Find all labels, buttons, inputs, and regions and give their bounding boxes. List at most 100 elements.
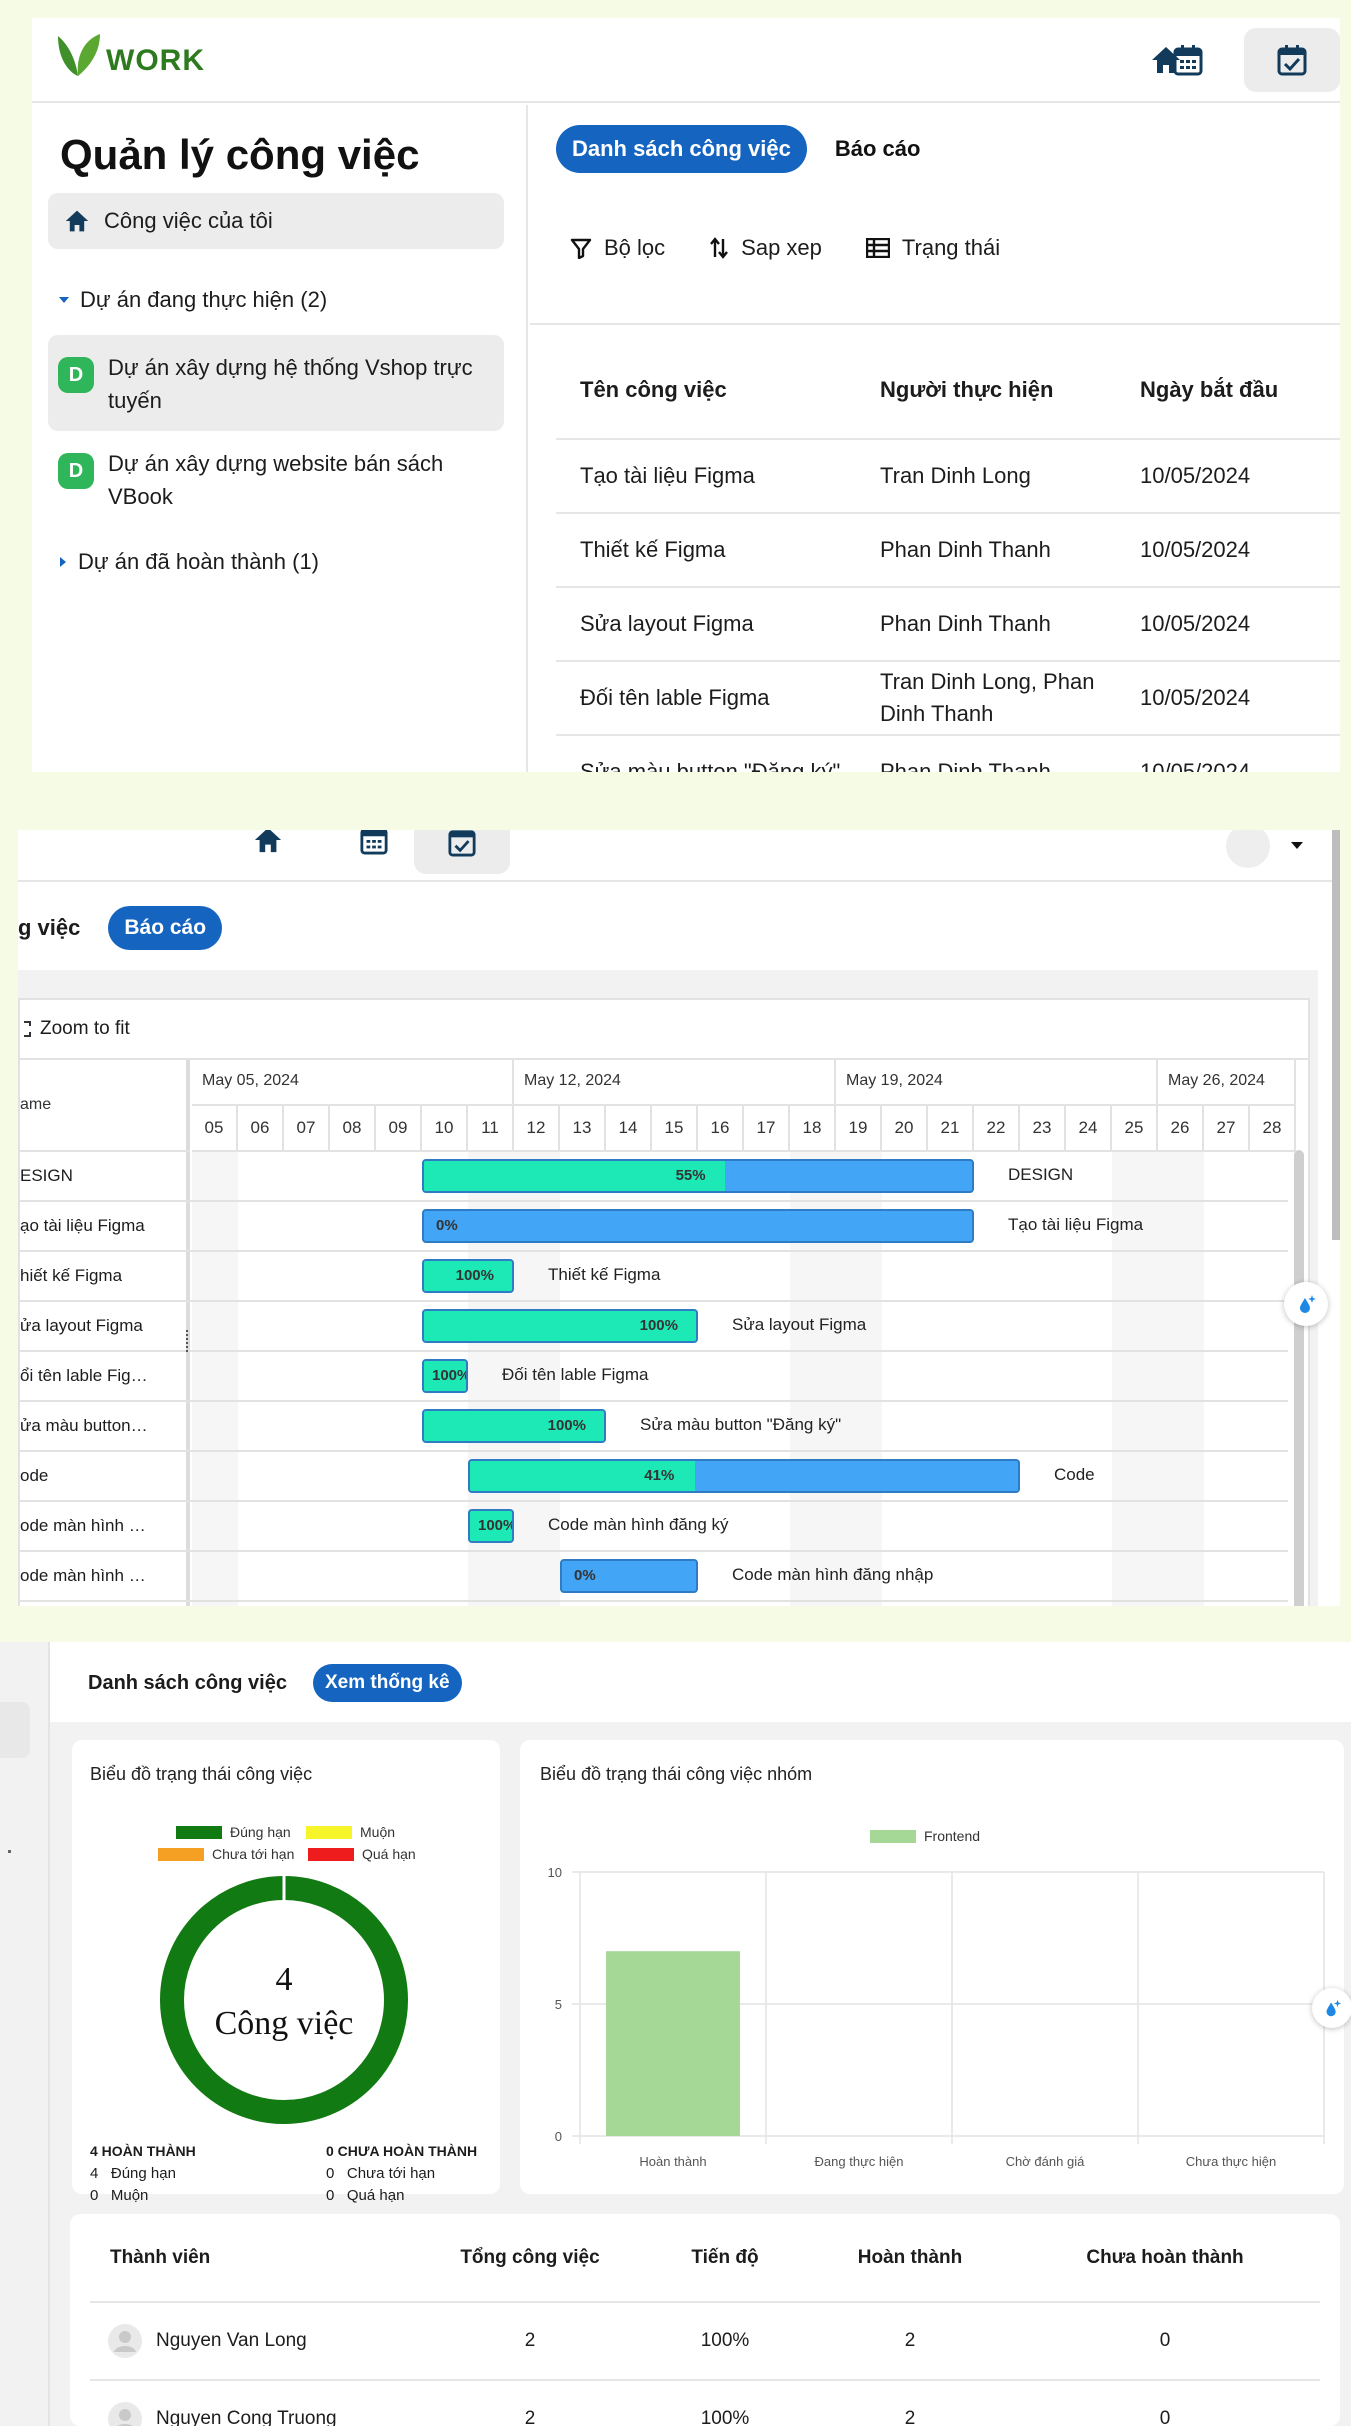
- table-row[interactable]: Thiết kế Figma Phan Dinh Thanh 10/05/2024: [556, 513, 1340, 588]
- legend-item-not-due[interactable]: Chưa tới hạn: [158, 1846, 294, 1862]
- gantt-row[interactable]: ode màn hình … 100% Code màn hình đăng ký: [20, 1502, 1288, 1552]
- gantt-row[interactable]: ode 41% Code: [20, 1452, 1288, 1502]
- column-header-assignee[interactable]: Người thực hiện: [856, 341, 1116, 440]
- legend-item-late[interactable]: Muộn: [306, 1824, 395, 1840]
- gantt-bar[interactable]: 100%: [422, 1359, 468, 1393]
- sort-label: Sap xep: [741, 235, 822, 260]
- bar[interactable]: [606, 1951, 740, 2136]
- legend-label: Quá hạn: [362, 1846, 416, 1862]
- assignee-cell: Tran Dinh Long, Phan Dinh Thanh: [856, 661, 1116, 736]
- page-scrollbar[interactable]: [1332, 830, 1340, 1240]
- total-cell: 2: [420, 2302, 640, 2381]
- day-header: 19: [836, 1106, 882, 1152]
- leaf-logo-icon: [58, 34, 100, 76]
- project-item-vbook[interactable]: D Dự án xây dựng website bán sách VBook: [48, 431, 504, 527]
- gantt-bar[interactable]: 55%: [422, 1159, 974, 1193]
- sparkle-drop-icon: [1300, 1295, 1316, 1313]
- gantt-row[interactable]: hiết kế Figma 100% Thiết kế Figma: [20, 1252, 1288, 1302]
- member-cell: Nguyen Cong Truong: [90, 2380, 420, 2426]
- gantt-bar[interactable]: 100%: [422, 1259, 514, 1293]
- status-button[interactable]: Trạng thái: [865, 235, 1000, 261]
- tasks-nav-button[interactable]: [1244, 28, 1340, 92]
- table-row[interactable]: Tạo tài liệu Figma Tran Dinh Long 10/05/20…: [556, 439, 1340, 514]
- timeline-header: May 05, 2024 May 12, 2024 May 19, 2024 May …: [192, 1060, 1296, 1152]
- total-cell: 2: [420, 2380, 640, 2426]
- stat-label: Quá hạn: [346, 2187, 405, 2204]
- donut-chart: 4 Công việc: [160, 1875, 408, 2124]
- my-tasks-button[interactable]: Công việc của tôi: [48, 193, 504, 249]
- day-header: 26: [1158, 1106, 1204, 1152]
- calendar-icon: [360, 830, 388, 855]
- gantt-bar-label: Sửa layout Figma: [732, 1315, 867, 1334]
- donut-center-value: 4: [276, 1961, 293, 1998]
- tab-task-list[interactable]: Danh sách công việc: [556, 125, 807, 173]
- legend-label[interactable]: Frontend: [924, 1828, 980, 1844]
- day-header: 28: [1250, 1106, 1296, 1152]
- table-row[interactable]: Nguyen Van Long 2 100% 2 0: [90, 2302, 1320, 2381]
- table-row[interactable]: Sửa màu button "Đăng ký" Phan Dinh Thanh 1…: [556, 735, 1340, 772]
- gantt-row[interactable]: ode màn hình … 0% Code màn hình đăng nhập: [20, 1552, 1288, 1602]
- filter-button[interactable]: Bộ lọc: [570, 235, 665, 261]
- calendar-nav-button[interactable]: [1140, 28, 1236, 92]
- avatar: [108, 2402, 142, 2426]
- day-header: 27: [1204, 1106, 1250, 1152]
- my-tasks-label: Công việc của tôi: [104, 208, 273, 233]
- active-projects-toggle[interactable]: Dự án đang thực hiện (2): [58, 287, 327, 313]
- table-row[interactable]: Đối tên lable Figma Tran Dinh Long, Phan …: [556, 661, 1340, 736]
- gantt-bar-label: Code màn hình đăng ký: [548, 1515, 729, 1534]
- sort-button[interactable]: Sap xep: [709, 235, 822, 261]
- gantt-row[interactable]: ESIGN 55% DESIGN: [20, 1152, 1288, 1202]
- gantt-bar-label: Thiết kế Figma: [548, 1265, 661, 1284]
- tab-report[interactable]: Báo cáo: [835, 136, 921, 162]
- gantt-bar[interactable]: 0%: [422, 1209, 974, 1243]
- zoom-to-fit-button[interactable]: Zoom to fit: [20, 1000, 1308, 1060]
- assistant-float-button[interactable]: [1284, 1282, 1328, 1326]
- home-nav-button[interactable]: [220, 830, 316, 870]
- week-header: May 05, 2024: [192, 1060, 514, 1106]
- assistant-float-button[interactable]: [1312, 1988, 1351, 2028]
- gantt-bar[interactable]: 100%: [422, 1309, 698, 1343]
- member-cell: Nguyen Van Long: [90, 2302, 420, 2381]
- legend-item-overdue[interactable]: Quá hạn: [308, 1846, 416, 1862]
- tab-report[interactable]: Báo cáo: [108, 906, 223, 950]
- sidebar: Quản lý công việc Công việc của tôi Dự á…: [32, 105, 528, 772]
- stat-value: 0: [326, 2165, 335, 2182]
- gantt-row[interactable]: ửa layout Figma 100% Sửa layout Figma: [20, 1302, 1288, 1352]
- column-resize-handle[interactable]: [186, 1330, 190, 1352]
- table-row[interactable]: Sửa layout Figma Phan Dinh Thanh 10/05/202…: [556, 587, 1340, 662]
- tab-task-list[interactable]: g việc: [18, 915, 80, 941]
- user-icon: [114, 2331, 136, 2352]
- donut-slice[interactable]: [160, 1876, 408, 2124]
- legend-swatch: [176, 1825, 222, 1839]
- app-logo[interactable]: WORK: [54, 32, 205, 78]
- table-header-row: Thành viên Tổng công việc Tiến độ Hoàn t…: [90, 2214, 1320, 2303]
- column-header-task[interactable]: Tên công việc: [556, 341, 856, 440]
- gantt-row[interactable]: ổi tên lable Fig… 100% Đối tên lable Figma: [20, 1352, 1288, 1402]
- stat-value: 0: [90, 2187, 99, 2204]
- tab-task-list[interactable]: Danh sách công việc: [88, 1672, 287, 1695]
- day-header: 11: [468, 1106, 514, 1152]
- user-avatar[interactable]: [1226, 830, 1270, 868]
- gantt-scrollbar[interactable]: [1294, 1150, 1304, 1606]
- gantt-bar-percent: 41%: [644, 1467, 675, 1484]
- column-header-start-date[interactable]: Ngày bắt đầu: [1116, 341, 1340, 440]
- gantt-bar[interactable]: 0%: [560, 1559, 698, 1593]
- legend-item-on-time[interactable]: Đúng hạn: [176, 1824, 291, 1840]
- done-projects-toggle[interactable]: Dự án đã hoàn thành (1): [58, 549, 319, 575]
- gantt-bar[interactable]: 41%: [468, 1459, 1020, 1493]
- gantt-bar[interactable]: 100%: [422, 1409, 606, 1443]
- gantt-bar-label: Code: [1054, 1465, 1095, 1484]
- gantt-bar[interactable]: 100%: [468, 1509, 514, 1543]
- chevron-down-icon[interactable]: [1290, 840, 1304, 850]
- table-row[interactable]: Nguyen Cong Truong 2 100% 2 0: [90, 2380, 1320, 2426]
- tab-statistics[interactable]: Xem thống kê: [312, 1664, 462, 1702]
- week-header: May 12, 2024: [514, 1060, 836, 1106]
- donut-center-label: Công việc: [215, 2005, 354, 2042]
- gantt-row[interactable]: ửa màu button… 100% Sửa màu button "Đăng k…: [20, 1402, 1288, 1452]
- gantt-row[interactable]: ạo tài liệu Figma 0% Tạo tài liệu Figma: [20, 1202, 1288, 1252]
- calendar-nav-button[interactable]: [326, 830, 422, 870]
- project-item-vshop[interactable]: D Dự án xây dựng hệ thống Vshop trực tuy…: [48, 335, 504, 431]
- stat-label: Muộn: [110, 2187, 149, 2204]
- tasks-nav-button[interactable]: [414, 830, 510, 874]
- stat-value: 0: [326, 2187, 335, 2204]
